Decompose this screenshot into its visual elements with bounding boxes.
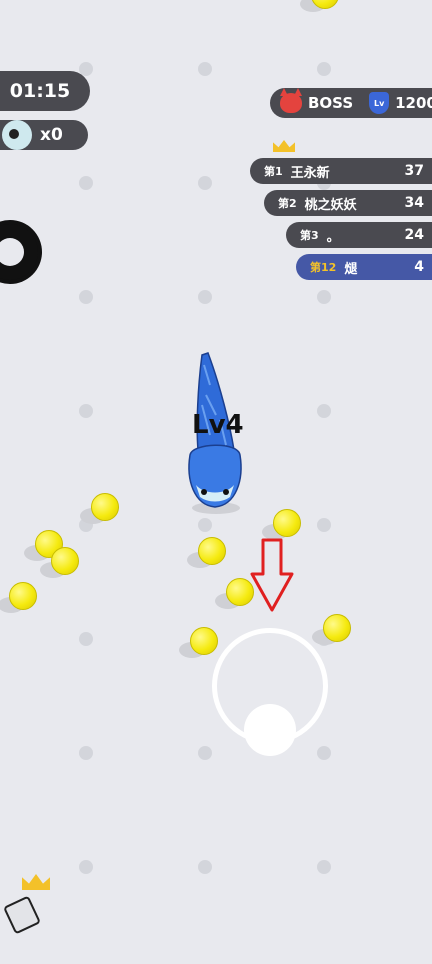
player-score: 4 [414, 259, 424, 275]
crown-icon [22, 874, 50, 890]
grid-dot [198, 62, 212, 76]
grid-dot [79, 290, 93, 304]
joystick-knob[interactable] [244, 704, 296, 756]
player-name: 王永新 [290, 165, 330, 181]
hand-pointer-icon [2, 895, 42, 935]
leaderboard-row: 第2 桃之妖妖 34 [264, 190, 432, 216]
kill-count: x0 [40, 125, 63, 145]
down-arrow-icon [250, 538, 294, 612]
devil-icon [280, 88, 302, 113]
leaderboard-row: 第3 。 24 [286, 222, 432, 248]
grid-dot [198, 746, 212, 760]
kill-counter: x0 [0, 120, 88, 150]
grid-dot [79, 404, 93, 418]
grid-dot [79, 176, 93, 190]
player-score: 24 [404, 227, 424, 243]
player-name: 煺 [344, 261, 358, 277]
player-level-label: Lv4 [192, 410, 244, 440]
grid-dot [198, 290, 212, 304]
boss-label: BOSS [308, 94, 354, 112]
leaderboard-crown-icon [273, 140, 295, 152]
rank-label: 第12 [310, 261, 337, 274]
rank-label: 第1 [264, 165, 283, 178]
rank-label: 第3 [300, 229, 319, 242]
rank-label: 第2 [278, 197, 297, 210]
player-score: 37 [404, 163, 424, 179]
player-name: 。 [326, 229, 340, 245]
leaderboard-row-self: 第12 煺 4 [296, 254, 432, 280]
grid-dot [317, 404, 331, 418]
grid-dot [317, 518, 331, 532]
player-name: 桃之妖妖 [304, 197, 357, 213]
grid-dot [317, 62, 331, 76]
food-orb [323, 614, 351, 642]
food-orb [9, 582, 37, 610]
match-timer: 01:15 [0, 71, 90, 111]
grid-dot [79, 860, 93, 874]
grid-dot [198, 518, 212, 532]
leaderboard-row: 第1 王永新 37 [250, 158, 432, 184]
timer-text: 01:15 [9, 80, 71, 102]
lv-badge-text: Lv [373, 98, 385, 108]
food-orb [190, 627, 218, 655]
grid-dot [79, 632, 93, 646]
food-orb [198, 537, 226, 565]
level-shield-icon: Lv [369, 92, 390, 114]
grid-dot [198, 176, 212, 190]
grid-dot [317, 746, 331, 760]
food-orb [91, 493, 119, 521]
player-score: 34 [404, 195, 424, 211]
level-score: 1200 [395, 94, 432, 112]
ghost-kill-icon [2, 120, 32, 150]
food-orb [273, 509, 301, 537]
grid-dot [198, 860, 212, 874]
settings-gear-icon[interactable] [0, 224, 38, 280]
grid-dot [317, 860, 331, 874]
boss-bar: BOSS Lv 1200 [270, 88, 432, 118]
grid-dot [79, 746, 93, 760]
grid-dot [317, 290, 331, 304]
food-orb [51, 547, 79, 575]
